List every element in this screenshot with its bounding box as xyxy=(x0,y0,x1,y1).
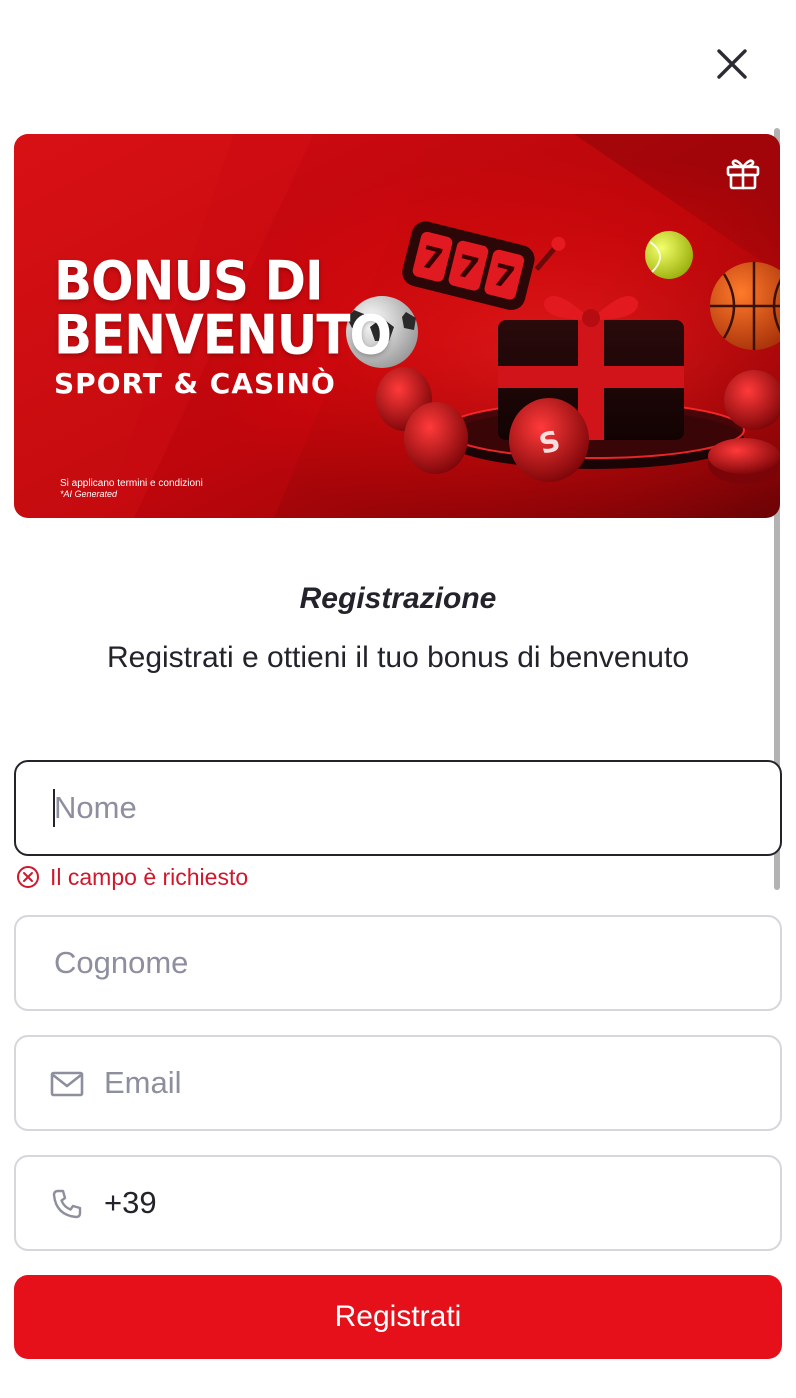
first-name-input[interactable] xyxy=(54,762,754,854)
last-name-field[interactable] xyxy=(14,915,782,1011)
email-field[interactable] xyxy=(14,1035,782,1131)
first-name-error: Il campo è richiesto xyxy=(16,863,248,891)
phone-input[interactable] xyxy=(104,1157,754,1249)
registration-subtitle: Registrati e ottieni il tuo bonus di ben… xyxy=(106,641,690,674)
register-button[interactable]: Registrati xyxy=(14,1275,782,1359)
first-name-error-text: Il campo è richiesto xyxy=(50,863,249,890)
banner-ai-note: *AI Generated xyxy=(60,489,118,499)
banner-title-line2: BENVENUTO xyxy=(54,303,392,367)
phone-field[interactable] xyxy=(14,1155,782,1251)
first-name-field[interactable] xyxy=(14,760,782,856)
phone-icon xyxy=(52,1189,82,1219)
text-caret xyxy=(53,789,55,827)
banner-title-line1: BONUS DI xyxy=(54,249,324,313)
banner-subtitle: SPORT & CASINÒ xyxy=(54,367,336,400)
welcome-bonus-banner[interactable]: 7 7 7 S BONUS DI BENVENUTO SPORT & CASIN… xyxy=(14,134,780,518)
last-name-input[interactable] xyxy=(54,917,754,1009)
banner-title: BONUS DI BENVENUTO xyxy=(54,249,392,367)
registration-title: Registrazione xyxy=(299,582,497,615)
envelope-icon xyxy=(50,1071,84,1097)
error-circle-icon xyxy=(17,866,39,888)
gift-icon[interactable] xyxy=(724,154,762,192)
banner-terms: Si applicano termini e condizioni xyxy=(60,478,203,489)
close-button[interactable] xyxy=(708,40,756,88)
close-icon xyxy=(717,49,747,79)
email-input[interactable] xyxy=(104,1037,754,1129)
